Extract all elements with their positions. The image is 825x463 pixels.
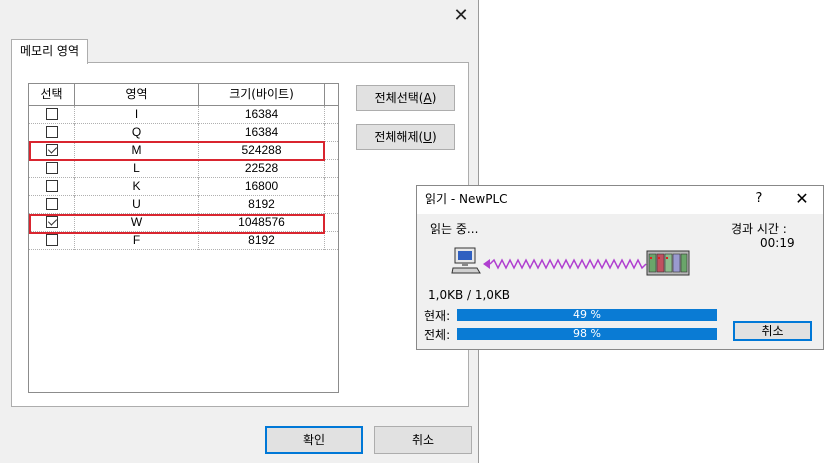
select-cell: [29, 214, 75, 232]
area-cell: M: [75, 142, 199, 160]
progress-cancel-button[interactable]: 취소: [733, 321, 812, 341]
table-row[interactable]: I 16384: [29, 106, 338, 124]
deselect-all-end: ): [431, 130, 437, 144]
progress-title: 읽기 - NewPLC: [425, 192, 508, 206]
area-cell: W: [75, 214, 199, 232]
memory-area-dialog: ✕ 메모리 영역 선택 영역 크기(바이트) I 16384 Q 16384 M 5242…: [0, 0, 479, 463]
size-cell: 524288: [199, 142, 325, 160]
progress-titlebar: 읽기 - NewPLC ? ✕: [417, 186, 823, 214]
table-row[interactable]: U 8192: [29, 196, 338, 214]
total-label: 전체:: [424, 328, 451, 342]
status-text: 읽는 중...: [430, 222, 479, 236]
size-cell: 16384: [199, 124, 325, 142]
deselect-all-button[interactable]: 전체해제(U): [356, 124, 455, 150]
table-row[interactable]: M 524288: [29, 142, 338, 160]
computer-icon: [451, 247, 481, 274]
deselect-all-key: U: [423, 130, 432, 144]
row-checkbox[interactable]: [45, 216, 58, 228]
area-cell: I: [75, 106, 199, 124]
list-rows: I 16384 Q 16384 M 524288 L 22528 K 16800 U 8192 W 104…: [29, 106, 338, 250]
area-cell: K: [75, 178, 199, 196]
row-checkbox[interactable]: [45, 144, 58, 156]
size-cell: 16384: [199, 106, 325, 124]
area-cell: L: [75, 160, 199, 178]
current-progress-bar: 49 %: [457, 308, 717, 321]
size-cell: 16800: [199, 178, 325, 196]
select-all-key: A: [423, 91, 432, 105]
area-cell: Q: [75, 124, 199, 142]
memory-area-list: 선택 영역 크기(바이트) I 16384 Q 16384 M 524288 L 22528 K…: [28, 83, 339, 393]
row-checkbox[interactable]: [45, 162, 58, 174]
table-row[interactable]: L 22528: [29, 160, 338, 178]
elapsed-value: 00:19: [760, 236, 795, 250]
row-checkbox[interactable]: [45, 180, 58, 192]
current-label: 현재:: [424, 309, 451, 323]
select-cell: [29, 232, 75, 250]
table-row[interactable]: F 8192: [29, 232, 338, 250]
cancel-button[interactable]: 취소: [374, 426, 472, 454]
area-cell: U: [75, 196, 199, 214]
table-row[interactable]: K 16800: [29, 178, 338, 196]
table-row[interactable]: Q 16384: [29, 124, 338, 142]
select-all-label: 전체선택(: [374, 91, 424, 105]
help-icon[interactable]: ?: [749, 186, 769, 212]
size-cell: 8192: [199, 232, 325, 250]
transfer-signal-icon: [483, 258, 647, 270]
row-checkbox[interactable]: [45, 108, 58, 120]
select-cell: [29, 196, 75, 214]
column-header-area[interactable]: 영역: [75, 84, 199, 105]
row-checkbox[interactable]: [45, 126, 58, 138]
select-all-button[interactable]: 전체선택(A): [356, 85, 455, 111]
elapsed-label: 경과 시간 :: [731, 222, 787, 236]
total-progress-text: 98 %: [573, 327, 601, 340]
row-checkbox[interactable]: [45, 234, 58, 246]
plc-icon: [646, 250, 690, 276]
tab-memory-area[interactable]: 메모리 영역: [11, 39, 89, 64]
select-cell: [29, 178, 75, 196]
select-all-end: ): [431, 91, 437, 105]
size-cell: 8192: [199, 196, 325, 214]
select-cell: [29, 142, 75, 160]
select-cell: [29, 124, 75, 142]
current-progress-text: 49 %: [573, 308, 601, 321]
size-cell: 22528: [199, 160, 325, 178]
deselect-all-label: 전체해제(: [374, 130, 424, 144]
row-checkbox[interactable]: [45, 198, 58, 210]
area-cell: F: [75, 232, 199, 250]
column-header-size[interactable]: 크기(바이트): [199, 84, 325, 105]
close-icon[interactable]: ✕: [448, 4, 474, 28]
total-progress-bar: 98 %: [457, 327, 717, 340]
list-header: 선택 영역 크기(바이트): [29, 84, 338, 106]
size-cell: 1048576: [199, 214, 325, 232]
column-header-select[interactable]: 선택: [29, 84, 75, 105]
select-cell: [29, 160, 75, 178]
select-cell: [29, 106, 75, 124]
ok-button[interactable]: 확인: [265, 426, 363, 454]
table-row[interactable]: W 1048576: [29, 214, 338, 232]
close-icon[interactable]: ✕: [791, 186, 813, 212]
read-progress-dialog: 읽기 - NewPLC ? ✕ 읽는 중... 경과 시간 : 00:19 1,…: [416, 185, 824, 350]
transfer-amount: 1,0KB / 1,0KB: [428, 288, 511, 302]
